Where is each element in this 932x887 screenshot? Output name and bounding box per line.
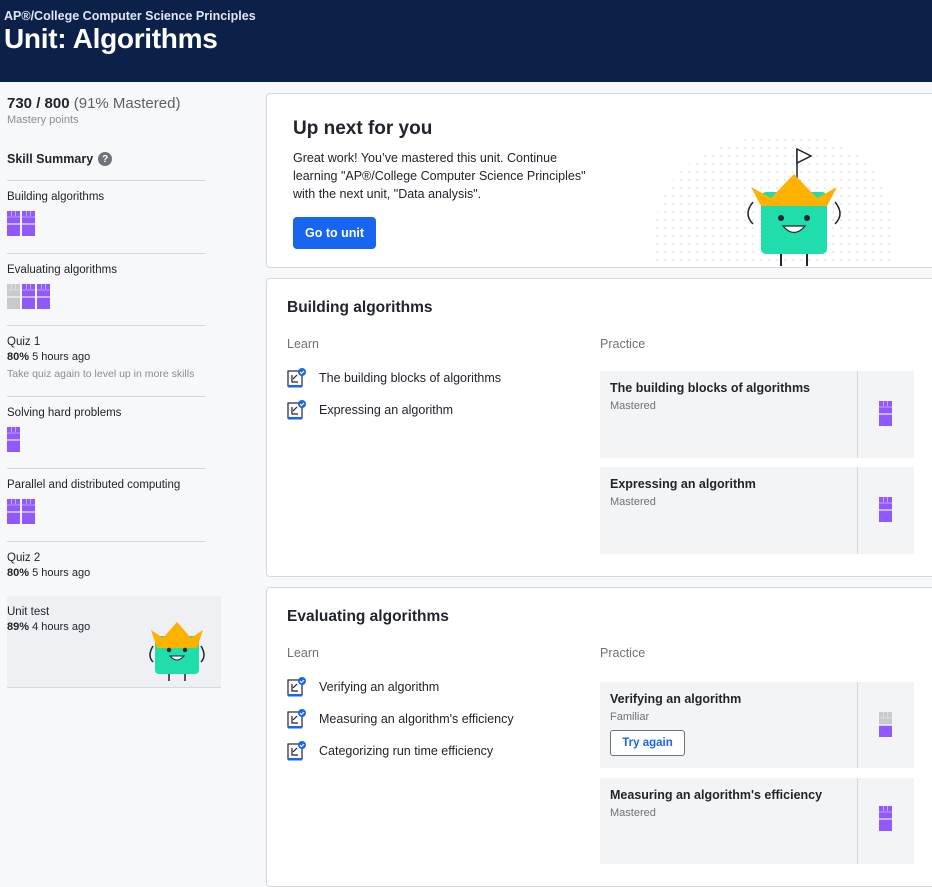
mastered-level-icon — [879, 401, 892, 426]
status-label: Mastered — [610, 496, 656, 508]
article-icon — [287, 677, 307, 697]
status-label: Mastered — [610, 807, 656, 819]
sidebar-item-parallel-distributed[interactable]: Parallel and distributed computing — [7, 468, 205, 541]
learn-item[interactable]: Expressing an algorithm — [287, 400, 453, 420]
go-to-unit-button[interactable]: Go to unit — [293, 217, 376, 249]
sidebar-item-evaluating-algorithms[interactable]: Evaluating algorithms — [7, 253, 205, 326]
skill-summary-heading: Skill Summary ? — [7, 152, 113, 166]
practice-label: Practice — [600, 646, 646, 660]
article-icon — [287, 741, 307, 761]
practice-item[interactable]: Expressing an algorithm Mastered — [600, 467, 914, 554]
mascot-celebration-icon — [655, 134, 895, 267]
article-icon — [287, 368, 307, 388]
mastered-level-icon — [7, 427, 20, 452]
try-again-button[interactable]: Try again — [610, 730, 685, 756]
sidebar-item-quiz-2[interactable]: Quiz 2 80% 5 hours ago — [7, 541, 205, 597]
learn-item[interactable]: Categorizing run time efficiency — [287, 741, 493, 761]
sidebar: 730 / 800 (91% Mastered) Mastery points … — [0, 82, 232, 872]
unit-header: AP®/College Computer Science Principles … — [0, 0, 932, 82]
learn-item[interactable]: Measuring an algorithm's efficiency — [287, 709, 514, 729]
practice-item[interactable]: Measuring an algorithm's efficiency Mast… — [600, 778, 914, 864]
skill-blocks — [7, 427, 20, 452]
help-icon[interactable]: ? — [98, 152, 113, 166]
sidebar-item-quiz-1[interactable]: Quiz 1 80% 5 hours ago Take quiz again t… — [7, 325, 205, 396]
mastered-level-icon — [7, 211, 20, 236]
mascot-icon — [149, 622, 205, 681]
up-next-text: Great work! You’ve mastered this unit. C… — [293, 151, 586, 201]
mastered-level-icon — [22, 284, 35, 309]
mastered-level-icon — [7, 499, 20, 524]
mastery-points-label: Mastery points — [7, 114, 79, 126]
practice-item[interactable]: The building blocks of algorithms Master… — [600, 371, 914, 458]
practice-label: Practice — [600, 337, 646, 351]
learn-label: Learn — [287, 337, 319, 351]
learn-item[interactable]: The building blocks of algorithms — [287, 368, 501, 388]
mastered-level-icon — [22, 499, 35, 524]
status-label: Mastered — [610, 400, 656, 412]
mastered-level-icon — [879, 806, 892, 831]
page-title: Unit: Algorithms — [4, 23, 218, 54]
section-title[interactable]: Evaluating algorithms — [287, 608, 449, 626]
skill-blocks — [7, 211, 35, 236]
section-building-algorithms: Building algorithms Learn Practice The b… — [266, 278, 932, 577]
course-breadcrumb[interactable]: AP®/College Computer Science Principles — [4, 9, 256, 23]
sidebar-item-solving-hard-problems[interactable]: Solving hard problems — [7, 396, 205, 468]
mastery-score: 730 / 800 (91% Mastered) — [7, 95, 181, 112]
sidebar-item-unit-test[interactable]: Unit test 89% 4 hours ago — [7, 596, 221, 688]
up-next-title: Up next for you — [293, 118, 433, 139]
sidebar-item-building-algorithms[interactable]: Building algorithms — [7, 180, 205, 253]
article-icon — [287, 709, 307, 729]
mastered-level-icon — [22, 211, 35, 236]
section-evaluating-algorithms: Evaluating algorithms Learn Practice Ver… — [266, 587, 932, 887]
mastered-level-icon — [879, 497, 892, 522]
section-title[interactable]: Building algorithms — [287, 299, 433, 317]
up-next-card: Up next for you Great work! You’ve maste… — [266, 93, 932, 268]
quiz-hint: Take quiz again to level up in more skil… — [7, 368, 195, 380]
practice-item[interactable]: Verifying an algorithm Familiar Try agai… — [600, 682, 914, 768]
status-label: Familiar — [610, 711, 650, 723]
skill-blocks — [7, 499, 35, 524]
article-icon — [287, 400, 307, 420]
skill-blocks — [7, 284, 50, 309]
learn-label: Learn — [287, 646, 319, 660]
learn-item[interactable]: Verifying an algorithm — [287, 677, 439, 697]
familiar-level-icon — [879, 712, 892, 737]
mastered-level-icon — [37, 284, 50, 309]
not-started-level-icon — [7, 284, 20, 309]
